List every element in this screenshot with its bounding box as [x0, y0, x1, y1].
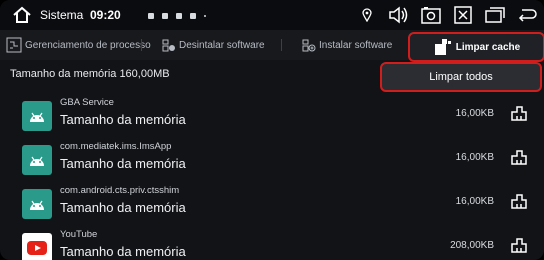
- home-icon[interactable]: [12, 5, 32, 25]
- notification-icon: [148, 13, 154, 19]
- location-icon: [356, 4, 378, 26]
- clean-icon[interactable]: [510, 192, 528, 210]
- uninstall-icon: [162, 39, 175, 52]
- android-icon: [22, 145, 52, 175]
- app-name: com.mediatek.ims.ImsApp: [60, 141, 172, 152]
- clean-icon[interactable]: [510, 148, 528, 166]
- tab-clean-cache[interactable]: Limpar cache: [408, 32, 544, 62]
- tab-label: Desintalar software: [179, 39, 265, 51]
- list-item[interactable]: GBA Service Tamanho da memória 16,00KB: [0, 92, 544, 136]
- clear-all-button[interactable]: Limpar todos: [380, 62, 542, 92]
- app-subtitle: Tamanho da memória: [60, 156, 186, 171]
- close-app-icon[interactable]: [452, 4, 474, 26]
- app-size: 16,00KB: [455, 196, 494, 207]
- notification-icons: [148, 11, 206, 21]
- app-subtitle: Tamanho da memória: [60, 200, 186, 215]
- clean-icon[interactable]: [510, 104, 528, 122]
- notification-icon: [190, 13, 196, 19]
- clean-icon[interactable]: [510, 236, 528, 254]
- tab-bar: Gerenciamento de processo Desintalar sof…: [0, 30, 544, 62]
- youtube-icon: [22, 233, 52, 260]
- list-item[interactable]: YouTube Tamanho da memória 208,00KB: [0, 224, 544, 260]
- memory-size-label: Tamanho da memória 160,00MB: [10, 68, 170, 80]
- app-subtitle: Tamanho da memória: [60, 112, 186, 127]
- app-size: 16,00KB: [455, 108, 494, 119]
- notification-dot-icon: [204, 15, 206, 17]
- status-title: Sistema: [40, 8, 84, 22]
- android-icon: [22, 189, 52, 219]
- clean-cache-icon: [434, 39, 451, 55]
- volume-icon[interactable]: [388, 4, 410, 26]
- list-item[interactable]: com.mediatek.ims.ImsApp Tamanho da memór…: [0, 136, 544, 180]
- screen: Sistema 09:20 Gerenciamento de processo …: [0, 0, 544, 260]
- tab-uninstall[interactable]: Desintalar software: [160, 30, 265, 60]
- tab-divider: [141, 39, 142, 51]
- tab-label: Instalar software: [319, 39, 393, 51]
- android-icon: [22, 101, 52, 131]
- app-name: YouTube: [60, 229, 98, 240]
- status-bar: Sistema 09:20: [0, 0, 544, 30]
- back-icon[interactable]: [516, 4, 538, 26]
- notification-icon: [162, 13, 168, 19]
- list-item[interactable]: com.android.cts.priv.ctsshim Tamanho da …: [0, 180, 544, 224]
- tab-process[interactable]: Gerenciamento de processo: [6, 30, 151, 60]
- app-subtitle: Tamanho da memória: [60, 244, 186, 259]
- screenshot-icon[interactable]: [420, 4, 442, 26]
- app-name: com.android.cts.priv.ctsshim: [60, 185, 180, 196]
- app-name: GBA Service: [60, 97, 114, 108]
- tab-label: Gerenciamento de processo: [25, 39, 151, 51]
- app-size: 208,00KB: [450, 240, 494, 251]
- tab-install[interactable]: Instalar software: [300, 30, 392, 60]
- status-right-icons: [356, 3, 538, 27]
- recent-apps-icon[interactable]: [484, 4, 506, 26]
- notification-icon: [176, 13, 182, 19]
- app-size: 16,00KB: [455, 152, 494, 163]
- install-icon: [302, 39, 316, 52]
- process-icon: [6, 37, 22, 53]
- tab-label: Limpar cache: [455, 41, 521, 53]
- tab-divider: [281, 39, 282, 51]
- status-time: 09:20: [90, 8, 121, 22]
